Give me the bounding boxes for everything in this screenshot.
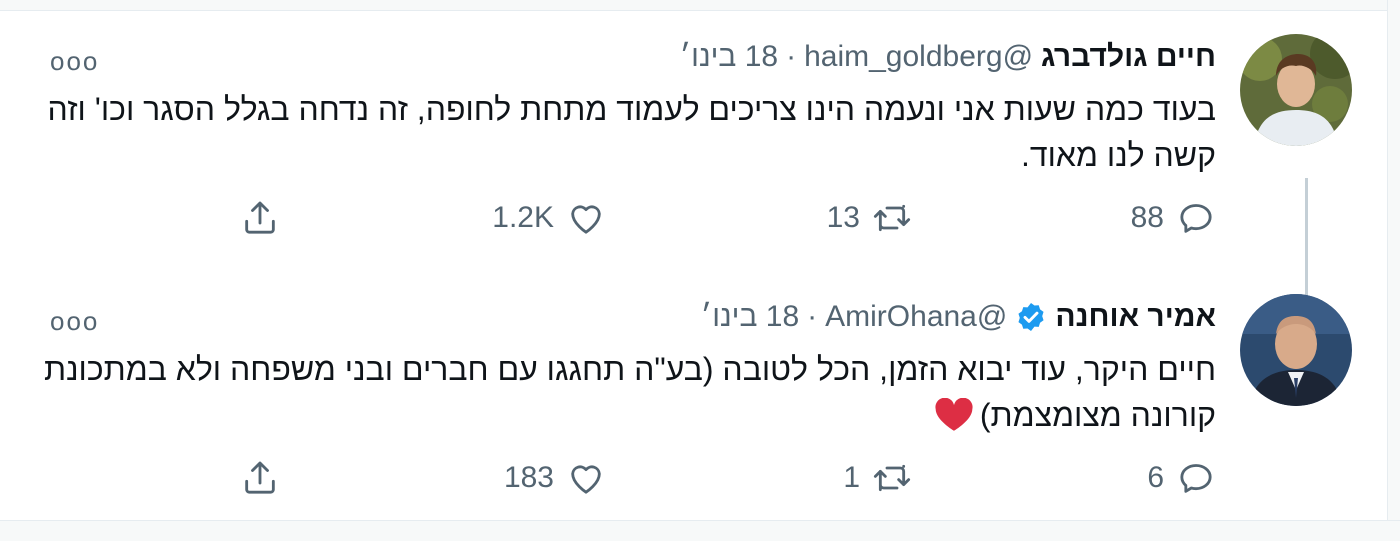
user-handle[interactable]: @AmirOhana: [825, 300, 1007, 334]
tweet-text-content: בעוד כמה שעות אני ונעמה הינו צריכים לעמו…: [47, 91, 1216, 173]
retweet-button[interactable]: 1: [843, 458, 912, 498]
retweet-icon: [873, 204, 911, 232]
more-options-icon[interactable]: ooo: [50, 308, 99, 334]
reply-count: 88: [1130, 201, 1164, 234]
like-icon: [571, 465, 601, 494]
retweet-count: 13: [826, 201, 860, 234]
user-handle[interactable]: @haim_goldberg: [804, 40, 1033, 74]
tweet[interactable]: חיים גולדברג @haim_goldberg · 18 בינו׳ o…: [0, 20, 1388, 296]
retweet-count: 1: [843, 461, 860, 494]
right-edge: [1387, 0, 1400, 540]
separator-dot: ·: [786, 40, 797, 73]
tweet-header: אמיר אוחנה @AmirOhana · 18 בינו׳: [701, 300, 1216, 334]
avatar-photo-haim: [1240, 34, 1352, 146]
like-count: 183: [503, 461, 554, 494]
tweet-text: חיים היקר, עוד יבוא הזמן, הכל לטובה (בע"…: [36, 346, 1216, 438]
tweet-text-content: חיים היקר, עוד יבוא הזמן, הכל לטובה (בע"…: [43, 351, 1216, 433]
display-name[interactable]: חיים גולדברג: [1041, 40, 1216, 74]
avatar[interactable]: [1240, 34, 1352, 146]
tweet[interactable]: אמיר אוחנה @AmirOhana · 18 בינו׳ ooo חיי…: [0, 280, 1388, 535]
share-button[interactable]: [240, 458, 280, 498]
reply-icon: [1180, 464, 1212, 493]
display-name[interactable]: אמיר אוחנה: [1055, 300, 1216, 334]
tweet-actions: 6 1 183: [0, 458, 1388, 508]
reply-button[interactable]: 88: [1131, 198, 1216, 238]
tweet-date[interactable]: 18 בינו׳: [701, 300, 799, 334]
avatar-photo-amir: [1240, 294, 1352, 406]
tweet-header: חיים גולדברג @haim_goldberg · 18 בינו׳: [680, 40, 1216, 74]
retweet-button[interactable]: 13: [827, 198, 912, 238]
share-button[interactable]: [240, 198, 280, 238]
avatar[interactable]: [1240, 294, 1352, 406]
red-heart-emoji: [935, 398, 973, 431]
like-button[interactable]: 1.2K: [492, 198, 606, 238]
share-icon: [245, 201, 275, 234]
separator-dot: ·: [807, 300, 818, 333]
like-icon: [571, 205, 601, 234]
like-button[interactable]: 183: [504, 458, 606, 498]
reply-icon: [1180, 204, 1212, 233]
reply-button[interactable]: 6: [1147, 458, 1216, 498]
tweet-text: בעוד כמה שעות אני ונעמה הינו צריכים לעמו…: [36, 86, 1216, 178]
retweet-icon: [873, 464, 911, 492]
more-options-icon[interactable]: ooo: [50, 48, 99, 74]
like-count: 1.2K: [492, 201, 554, 234]
reply-count: 6: [1147, 461, 1164, 494]
tweet-date[interactable]: 18 בינו׳: [680, 40, 778, 74]
tweet-actions: 88 13 1.2K: [0, 198, 1388, 248]
verified-badge-icon: [1018, 303, 1044, 331]
share-icon: [245, 461, 275, 494]
top-edge: [0, 0, 1400, 11]
